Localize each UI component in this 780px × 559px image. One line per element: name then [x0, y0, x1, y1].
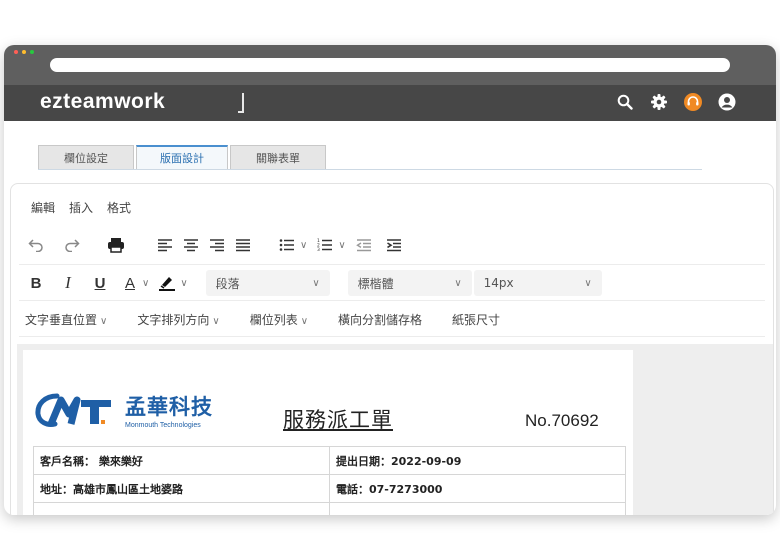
table-cell[interactable]: 提出日期：2022-09-09: [329, 446, 626, 475]
font-family-value: 標楷體: [357, 276, 394, 291]
header-actions: [614, 91, 738, 113]
company-name-cn: 孟華科技: [125, 395, 213, 419]
document-number: No.70692: [525, 411, 599, 430]
table-cell[interactable]: 地址：高雄市鳳山區土地婆路: [33, 474, 330, 503]
svg-text:3: 3: [317, 247, 320, 252]
info-table: 客戶名稱： 樂來樂好 提出日期：2022-09-09 地址：高雄市鳳山區土地婆路…: [33, 446, 626, 515]
chevron-down-icon[interactable]: ∨: [180, 278, 187, 289]
document-page[interactable]: 孟華科技 Monmouth Technologies 服務派工單 No.7069…: [23, 350, 633, 515]
menu-split-cell[interactable]: 橫向分割儲存格: [338, 311, 422, 328]
browser-chrome: [4, 45, 776, 85]
minimize-dot[interactable]: [22, 50, 26, 54]
menu-field-list[interactable]: 欄位列表 ∨: [250, 311, 308, 328]
menu-text-direction-label: 文字排列方向: [137, 312, 210, 327]
table-cell[interactable]: 客戶名稱： 樂來樂好: [33, 446, 330, 475]
app-header: ezteamwork: [4, 85, 776, 121]
toolbar-row-2: B I U A ∨ ∨ 段落 ∨ 標楷體 ∨ 14px ∨: [25, 270, 602, 296]
redo-icon[interactable]: [61, 233, 83, 257]
chevron-down-icon[interactable]: ∨: [142, 278, 149, 289]
user-icon[interactable]: [716, 91, 738, 113]
tab-layout-design[interactable]: 版面設計: [136, 145, 228, 169]
chevron-down-icon: ∨: [300, 315, 309, 327]
text-cursor-icon: [238, 93, 244, 113]
menu-format[interactable]: 格式: [107, 199, 131, 216]
gear-icon[interactable]: [648, 91, 670, 113]
company-logo-mark: [35, 393, 111, 427]
close-dot[interactable]: [14, 50, 18, 54]
align-justify-icon[interactable]: [233, 233, 253, 257]
company-name-en: Monmouth Technologies: [125, 422, 201, 429]
underline-button[interactable]: U: [89, 271, 111, 295]
bullet-list-icon[interactable]: [277, 233, 297, 257]
block-format-select[interactable]: 段落 ∨: [205, 270, 330, 296]
support-icon[interactable]: [682, 91, 704, 113]
company-logo: 孟華科技 Monmouth Technologies: [35, 390, 213, 430]
menu-vertical-align[interactable]: 文字垂直位置 ∨: [25, 311, 107, 328]
editor-canvas: 孟華科技 Monmouth Technologies 服務派工單 No.7069…: [17, 344, 773, 515]
align-right-icon[interactable]: [207, 233, 227, 257]
tab-field-settings[interactable]: 欄位設定: [38, 145, 134, 169]
menu-vertical-align-label: 文字垂直位置: [25, 312, 98, 327]
table-cell[interactable]: 電話：07-7273000: [329, 474, 626, 503]
menu-insert[interactable]: 插入: [69, 199, 93, 216]
chevron-down-icon: ∨: [454, 277, 462, 289]
table-row: 地址：高雄市鳳山區土地婆路 電話：07-7273000: [33, 474, 626, 503]
menu-text-direction[interactable]: 文字排列方向 ∨: [137, 311, 219, 328]
highlight-icon[interactable]: [157, 271, 177, 295]
font-size-select[interactable]: 14px ∨: [473, 270, 602, 296]
toolbar-row-3: 文字垂直位置 ∨ 文字排列方向 ∨ 欄位列表 ∨ 橫向分割儲存格 紙張尺寸: [25, 306, 500, 332]
block-format-value: 段落: [215, 276, 240, 291]
toolbar-divider: [19, 300, 765, 301]
chevron-down-icon: ∨: [100, 315, 108, 327]
table-cell[interactable]: [329, 502, 626, 515]
designer-tabs: 欄位設定 版面設計 關聯表單: [38, 145, 326, 169]
chevron-down-icon: ∨: [212, 315, 220, 327]
font-family-select[interactable]: 標楷體 ∨: [347, 270, 472, 296]
toolbar-row-1: ∨ 123 ∨: [25, 232, 404, 258]
tabs-divider: [38, 169, 702, 170]
font-size-value: 14px: [483, 276, 514, 290]
bold-button[interactable]: B: [25, 271, 47, 295]
window-controls: [14, 50, 34, 54]
chevron-down-icon: ∨: [312, 277, 320, 289]
table-row: [33, 502, 626, 515]
toolbar-divider: [19, 264, 765, 265]
undo-icon[interactable]: [25, 233, 47, 257]
italic-button[interactable]: I: [57, 271, 79, 295]
rich-text-editor: 編輯 插入 格式 ∨ 1 2 3 ∨ B I U A ∨ ∨ 段落 ∨ 標楷體 …: [10, 183, 774, 515]
font-color-button[interactable]: A: [121, 271, 139, 295]
table-cell[interactable]: [33, 502, 330, 515]
toolbar-divider: [19, 336, 765, 337]
indent-icon[interactable]: [384, 233, 404, 257]
browser-window: ezteamwork 欄位設定 版面設計 關聯表單 編輯 插入 格式 ∨ 1 2…: [4, 45, 776, 515]
chevron-down-icon[interactable]: ∨: [300, 240, 307, 251]
maximize-dot[interactable]: [30, 50, 34, 54]
layout-menu: 文字垂直位置 ∨ 文字排列方向 ∨ 欄位列表 ∨ 橫向分割儲存格 紙張尺寸: [25, 311, 500, 328]
chevron-down-icon[interactable]: ∨: [338, 240, 345, 251]
app-logo[interactable]: ezteamwork: [40, 90, 165, 114]
print-icon[interactable]: [105, 233, 127, 257]
align-center-icon[interactable]: [181, 233, 201, 257]
align-left-icon[interactable]: [155, 233, 175, 257]
menu-edit[interactable]: 編輯: [31, 199, 55, 216]
tab-related-forms[interactable]: 關聯表單: [230, 145, 326, 169]
outdent-icon[interactable]: [354, 233, 374, 257]
menu-paper-size[interactable]: 紙張尺寸: [452, 311, 500, 328]
editor-menubar: 編輯 插入 格式: [31, 199, 131, 216]
menu-field-list-label: 欄位列表: [249, 312, 298, 327]
address-bar[interactable]: [50, 58, 730, 72]
chevron-down-icon: ∨: [584, 277, 592, 289]
search-icon[interactable]: [614, 91, 636, 113]
document-title: 服務派工單: [283, 408, 393, 432]
numbered-list-icon[interactable]: 123: [315, 233, 335, 257]
table-row: 客戶名稱： 樂來樂好 提出日期：2022-09-09: [33, 446, 626, 475]
